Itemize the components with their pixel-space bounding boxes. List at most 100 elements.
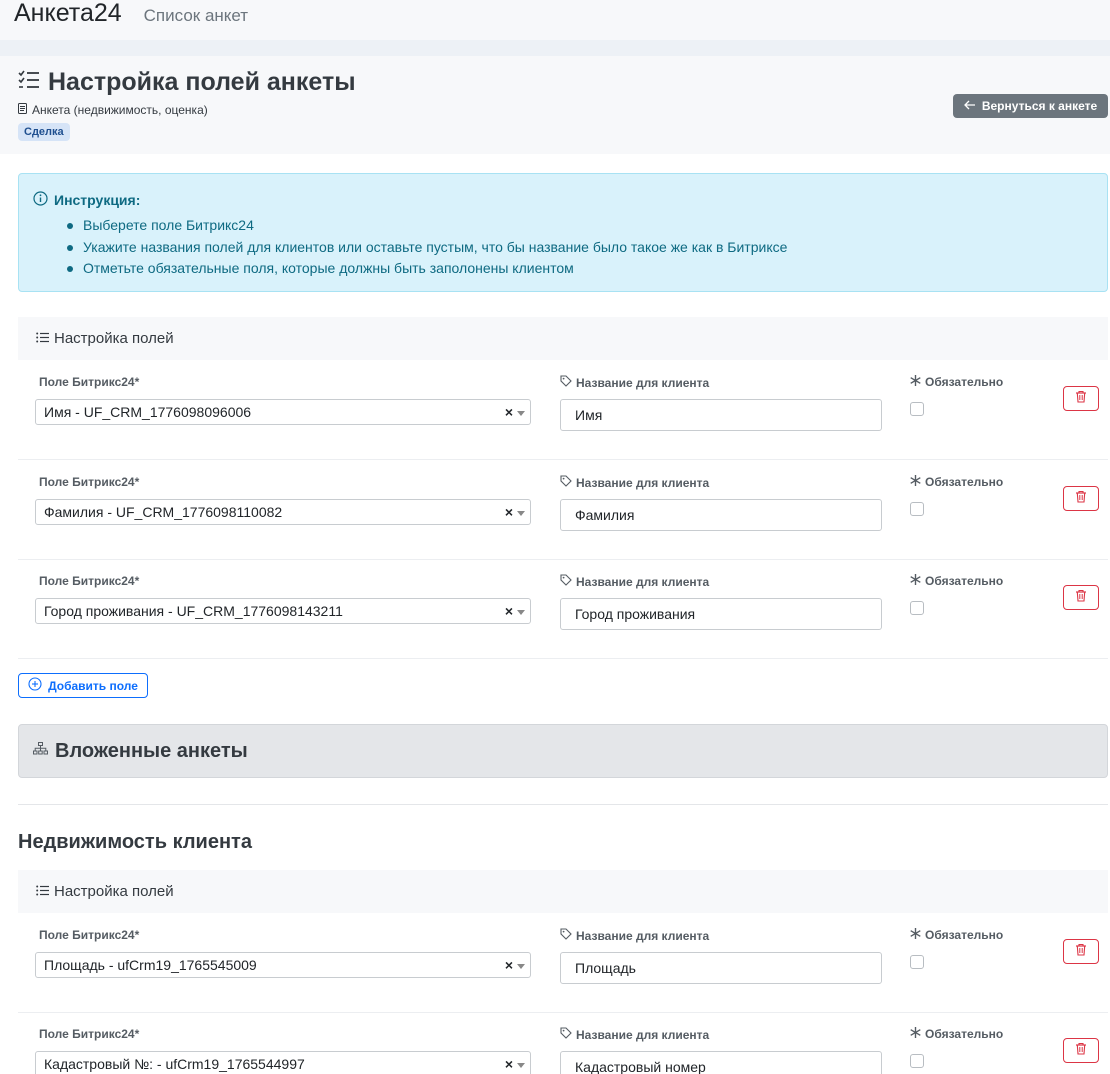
- client-name-label-text: Название для клиента: [576, 574, 710, 589]
- delete-field-button[interactable]: [1063, 386, 1099, 411]
- navbar: Анкета24 Список анкет: [0, 0, 1110, 40]
- instruction-item: Укажите названия полей для клиентов или …: [65, 237, 787, 259]
- field-row: Поле Битрикс24* Название для клиента Обя…: [18, 1012, 1108, 1074]
- bitrix-field-label-text: Поле Битрикс24*: [39, 475, 140, 489]
- bitrix-field-label-text: Поле Битрикс24*: [39, 928, 140, 942]
- client-name-input[interactable]: Площадь: [560, 952, 882, 984]
- document-icon: [18, 103, 32, 117]
- fields-settings-header: Настройка полей: [18, 870, 1108, 913]
- trash-icon: [1075, 390, 1087, 408]
- required-label-text: Обязательно: [925, 475, 1004, 489]
- client-name-input[interactable]: Город проживания: [560, 598, 882, 630]
- client-name-label: Название для клиента: [560, 928, 709, 943]
- fields-settings-title: Настройка полей: [54, 330, 174, 347]
- asterisk-icon: [910, 928, 925, 942]
- delete-field-button[interactable]: [1063, 939, 1099, 964]
- chevron-down-icon[interactable]: [517, 511, 525, 516]
- chevron-down-icon[interactable]: [517, 1063, 525, 1068]
- required-checkbox[interactable]: [910, 502, 924, 516]
- delete-field-button[interactable]: [1063, 486, 1099, 511]
- form-subtitle-text: Анкета (недвижимость, оценка): [32, 103, 208, 117]
- instructions-title-text: Инструкция:: [54, 192, 141, 208]
- required-checkbox[interactable]: [910, 601, 924, 615]
- chevron-down-icon[interactable]: [517, 964, 525, 969]
- list-icon: [36, 330, 54, 347]
- required-label-text: Обязательно: [925, 1027, 1004, 1041]
- clear-icon[interactable]: ×: [505, 504, 513, 520]
- brand-logo[interactable]: Анкета24: [14, 1, 122, 26]
- back-to-form-label: Вернуться к анкете: [981, 99, 1098, 113]
- asterisk-icon: [910, 375, 925, 389]
- bitrix-field-select[interactable]: Фамилия - UF_CRM_1776098110082 ×: [35, 499, 531, 525]
- list-icon: [36, 883, 54, 900]
- form-subtitle: Анкета (недвижимость, оценка): [18, 103, 208, 117]
- fields-settings-header: Настройка полей: [18, 317, 1108, 360]
- instructions-title: Инструкция:: [33, 191, 140, 209]
- trash-icon: [1075, 943, 1087, 961]
- required-checkbox[interactable]: [910, 402, 924, 416]
- clear-icon[interactable]: ×: [505, 957, 513, 973]
- clear-icon[interactable]: ×: [505, 1056, 513, 1072]
- info-icon: [33, 191, 54, 209]
- client-name-label-text: Название для клиента: [576, 1027, 710, 1042]
- page-header: Настройка полей анкеты Анкета (недвижимо…: [0, 56, 1110, 154]
- bitrix-field-select[interactable]: Площадь - ufCrm19_1765545009 ×: [35, 952, 531, 978]
- bitrix-field-value: Кадастровый №: - ufCrm19_1765544997: [44, 1056, 305, 1072]
- client-name-label-text: Название для клиента: [576, 928, 710, 943]
- trash-icon: [1075, 1042, 1087, 1060]
- client-name-input[interactable]: Фамилия: [560, 499, 882, 531]
- chevron-down-icon[interactable]: [517, 610, 525, 615]
- required-label: Обязательно: [910, 1027, 1003, 1041]
- client-name-label-text: Название для клиента: [576, 475, 710, 490]
- bitrix-field-value: Имя - UF_CRM_1776098096006: [44, 404, 252, 420]
- bitrix-field-label: Поле Битрикс24*: [39, 375, 139, 389]
- bitrix-field-label-text: Поле Битрикс24*: [39, 574, 140, 588]
- bitrix-field-select[interactable]: Имя - UF_CRM_1776098096006 ×: [35, 399, 531, 425]
- asterisk-icon: [910, 1027, 925, 1041]
- divider: [18, 804, 1108, 805]
- bitrix-field-value: Площадь - ufCrm19_1765545009: [44, 957, 257, 973]
- bitrix-field-value: Фамилия - UF_CRM_1776098110082: [44, 504, 283, 520]
- navbar-divider: [0, 40, 1110, 56]
- bitrix-field-select[interactable]: Кадастровый №: - ufCrm19_1765544997 ×: [35, 1051, 531, 1074]
- instructions-list: Выберете поле Битрикс24 Укажите названия…: [65, 215, 787, 280]
- required-label: Обязательно: [910, 928, 1003, 942]
- required-label: Обязательно: [910, 475, 1003, 489]
- required-label-text: Обязательно: [925, 375, 1004, 389]
- client-name-label: Название для клиента: [560, 574, 709, 589]
- instruction-item: Выберете поле Битрикс24: [65, 215, 787, 237]
- field-row: Поле Битрикс24* Название для клиента Обя…: [18, 913, 1108, 1013]
- trash-icon: [1075, 589, 1087, 607]
- client-name-label: Название для клиента: [560, 375, 709, 390]
- chevron-down-icon[interactable]: [517, 411, 525, 416]
- client-name-label: Название для клиента: [560, 1027, 709, 1042]
- subform-title: Недвижимость клиента: [18, 831, 252, 853]
- arrow-left-icon: [963, 99, 976, 113]
- tag-icon: [560, 928, 576, 943]
- clear-icon[interactable]: ×: [505, 603, 513, 619]
- required-label-text: Обязательно: [925, 574, 1004, 588]
- instructions-alert: Инструкция: Выберете поле Битрикс24 Укаж…: [18, 173, 1108, 292]
- checklist-icon: [18, 70, 40, 95]
- plus-circle-icon: [28, 677, 42, 694]
- clear-icon[interactable]: ×: [505, 404, 513, 420]
- bitrix-field-select[interactable]: Город проживания - UF_CRM_1776098143211 …: [35, 598, 531, 624]
- back-to-form-button[interactable]: Вернуться к анкете: [953, 94, 1108, 118]
- nested-forms-title: Вложенные анкеты: [55, 739, 248, 762]
- tag-icon: [560, 475, 576, 490]
- bitrix-field-label-text: Поле Битрикс24*: [39, 1027, 140, 1041]
- client-name-input[interactable]: Имя: [560, 399, 882, 431]
- client-name-input[interactable]: Кадастровый номер: [560, 1051, 882, 1074]
- delete-field-button[interactable]: [1063, 1038, 1099, 1063]
- field-row: Поле Битрикс24* Название для клиента Обя…: [18, 360, 1108, 460]
- bitrix-field-label: Поле Битрикс24*: [39, 574, 139, 588]
- nav-link-form-list[interactable]: Список анкет: [144, 7, 248, 26]
- page-title: Настройка полей анкеты: [18, 68, 356, 97]
- instruction-item: Отметьте обязательные поля, которые долж…: [65, 258, 787, 280]
- add-field-button[interactable]: Добавить поле: [18, 673, 148, 698]
- field-row: Поле Битрикс24* Название для клиента Обя…: [18, 559, 1108, 659]
- field-row: Поле Битрикс24* Название для клиента Обя…: [18, 460, 1108, 560]
- required-checkbox[interactable]: [910, 1054, 924, 1068]
- required-checkbox[interactable]: [910, 955, 924, 969]
- delete-field-button[interactable]: [1063, 585, 1099, 610]
